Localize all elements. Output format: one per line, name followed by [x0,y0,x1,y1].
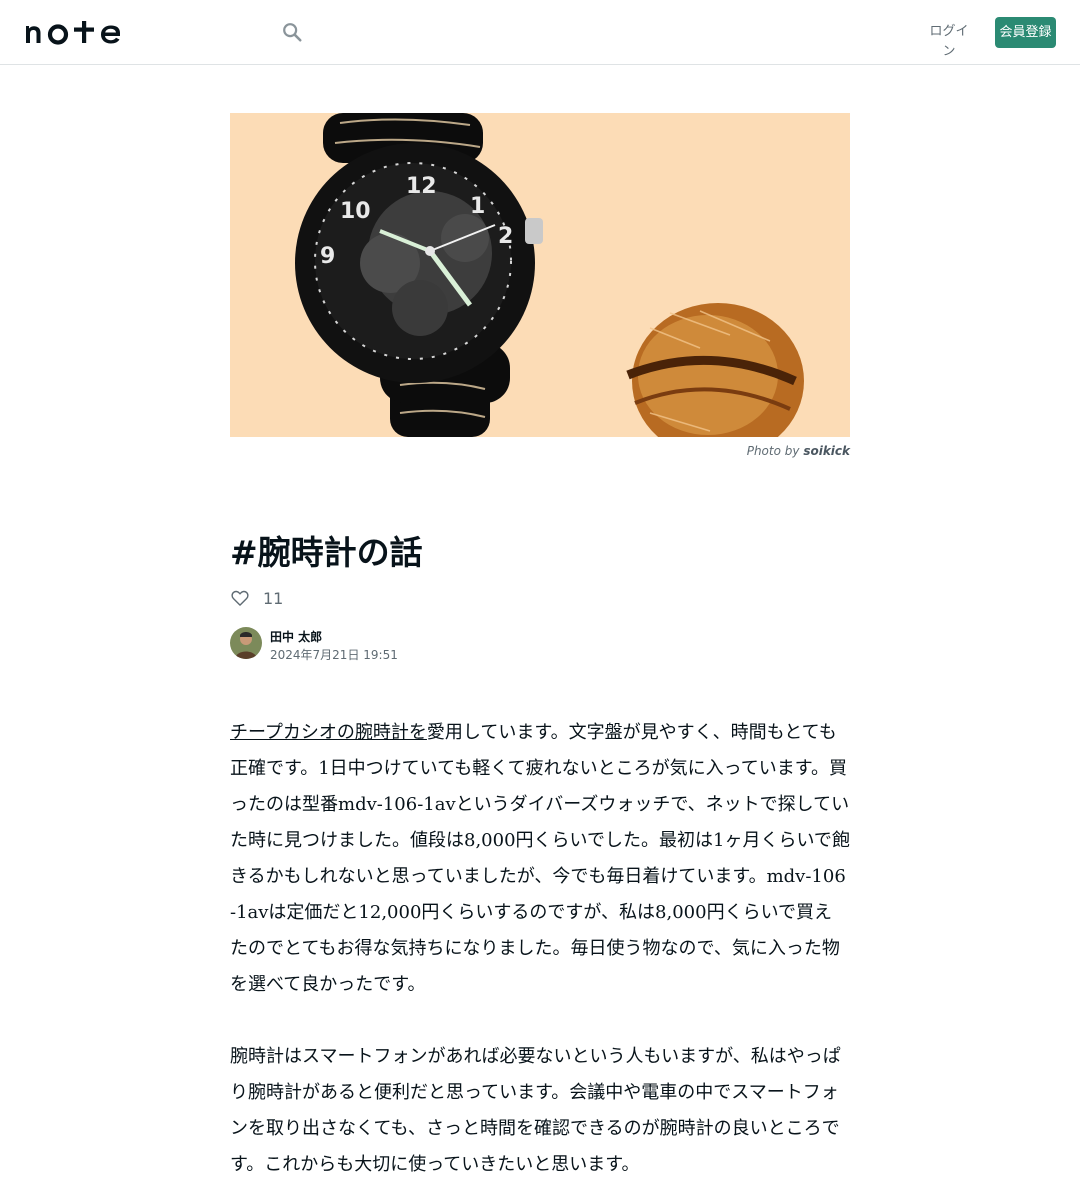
article-paragraph: 腕時計はスマートフォンがあれば必要ないという人もいますが、私はやっぱり腕時計があ… [230,1039,850,1183]
article-body: チープカシオの腕時計を愛用しています。文字盤が見やすく、時間もとても正確です。1… [230,715,850,1183]
author-name[interactable]: 田中 太郎 [270,628,322,645]
svg-text:10: 10 [340,199,371,224]
heart-icon[interactable] [230,588,250,608]
signup-button[interactable]: 会員登録 [995,17,1056,48]
credit-prefix: Photo by [746,444,800,458]
login-link[interactable]: ログイン [926,22,972,59]
article-title: #腕時計の話 [230,533,423,572]
search-icon [283,23,302,42]
paragraph-text: 愛用しています。文字盤が見やすく、時間もとても正確です。1日中つけていても軽くて… [230,722,850,995]
like-count: 11 [263,588,284,608]
svg-text:9: 9 [320,244,335,269]
site-header: ログイン 会員登録 [0,0,1080,65]
article-main: 12 1 2 9 10 Photo by soikick #腕時計の話 11 田… [230,113,850,1175]
svg-text:12: 12 [406,174,437,199]
photo-credit: Photo by soikick [230,444,850,459]
author-avatar[interactable] [230,627,262,659]
svg-text:2: 2 [498,224,513,249]
svg-text:1: 1 [470,194,485,219]
hero-illustration: 12 1 2 9 10 [230,113,850,437]
like-row: 11 [230,586,283,610]
post-date: 2024年7月21日 19:51 [270,648,398,662]
hero-image: 12 1 2 9 10 [230,113,850,437]
search-button[interactable] [278,18,306,46]
paragraph-text: 腕時計はスマートフォンがあれば必要ないという人もいますが、私はやっぱり腕時計があ… [230,1046,841,1175]
credit-author[interactable]: soikick [803,444,850,458]
note-logo[interactable] [24,17,124,47]
author-row: 田中 太郎 2024年7月21日 19:51 [230,627,630,662]
inline-link[interactable]: チープカシオの腕時計を [230,722,427,743]
article-paragraph: チープカシオの腕時計を愛用しています。文字盤が見やすく、時間もとても正確です。1… [230,715,850,1003]
